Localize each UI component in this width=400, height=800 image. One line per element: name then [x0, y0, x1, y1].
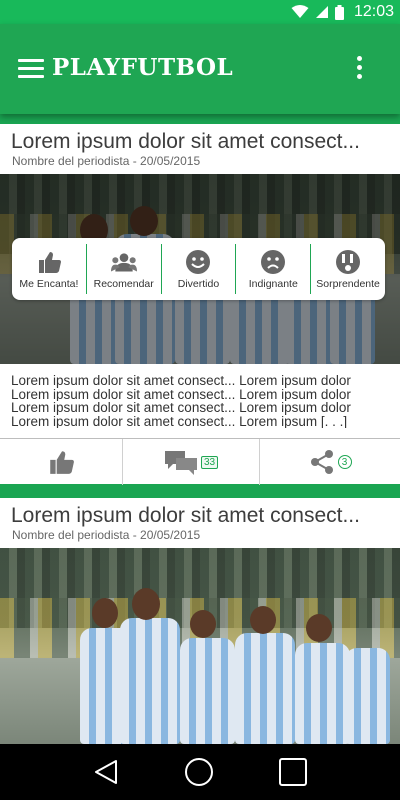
body-line: Lorem ipsum dolor sit amet consect... Lo…	[11, 401, 351, 415]
news-card[interactable]: Lorem ipsum dolor sit amet consect... No…	[0, 124, 400, 485]
photo-player-head	[250, 606, 276, 634]
reactions-panel: Me Encanta! Recomendar Divertido Indigna…	[12, 238, 385, 300]
like-button[interactable]	[0, 439, 123, 485]
recents-square-icon[interactable]	[278, 757, 308, 787]
battery-icon	[334, 4, 344, 20]
photo-player-head	[130, 206, 158, 236]
comments-count: 33	[200, 455, 219, 469]
wifi-icon	[291, 5, 309, 18]
photo-player-head	[92, 598, 118, 628]
reaction-label: Sorprendente	[316, 277, 380, 290]
news-card[interactable]: Lorem ipsum dolor sit amet consect... No…	[0, 498, 400, 744]
card-actions: 33 3	[0, 438, 400, 485]
body-line: Lorem ipsum dolor sit amet consect... Lo…	[11, 387, 351, 401]
reaction-recomendar[interactable]: Recomendar	[87, 244, 162, 294]
signal-icon	[315, 6, 328, 18]
shares-count: 3	[337, 455, 352, 469]
card-meta: Nombre del periodista - 20/05/2015	[12, 528, 201, 542]
photo-player	[295, 643, 350, 744]
comments-button[interactable]: 33	[123, 439, 260, 485]
reaction-label: Recomendar	[93, 277, 154, 290]
body-line: Lorem ipsum dolor sit amet consect... Lo…	[11, 374, 351, 388]
photo-player-head	[132, 588, 160, 620]
reaction-me-encanta[interactable]: Me Encanta!	[12, 244, 87, 294]
status-bar: 12:03	[0, 0, 400, 24]
surprise-icon	[336, 249, 361, 274]
card-body: Lorem ipsum dolor sit amet consect... Lo…	[11, 374, 391, 428]
reaction-indignante[interactable]: Indignante	[236, 244, 312, 294]
news-feed[interactable]: Lorem ipsum dolor sit amet consect... No…	[0, 124, 400, 744]
reaction-divertido[interactable]: Divertido	[162, 244, 237, 294]
share-icon	[310, 450, 333, 474]
photo-player	[120, 618, 180, 744]
reaction-label: Me Encanta!	[19, 277, 79, 290]
thumbs-up-icon	[50, 451, 74, 474]
app-title: PLAYFUTBOL	[52, 54, 234, 81]
photo-player	[345, 648, 390, 744]
smile-icon	[186, 249, 211, 274]
app-bar: PLAYFUTBOL	[0, 24, 400, 114]
card-title[interactable]: Lorem ipsum dolor sit amet consect...	[11, 504, 360, 528]
chat-bubbles-icon	[164, 451, 197, 475]
share-button[interactable]: 3	[260, 439, 400, 485]
reaction-sorprendente[interactable]: Sorprendente	[311, 244, 385, 294]
system-nav-bar	[0, 744, 400, 800]
frown-icon	[261, 249, 286, 274]
overflow-menu-icon[interactable]	[354, 56, 364, 82]
status-time: 12:03	[353, 3, 394, 20]
body-line-read-more[interactable]: Lorem ipsum dolor sit amet consect... Lo…	[11, 415, 391, 429]
photo-player	[235, 633, 295, 744]
reaction-label: Divertido	[177, 277, 220, 290]
people-icon	[110, 252, 137, 272]
card-photo[interactable]	[0, 548, 400, 744]
card-title[interactable]: Lorem ipsum dolor sit amet consect...	[11, 130, 360, 154]
reaction-label: Indignante	[248, 277, 298, 290]
home-circle-icon[interactable]	[184, 757, 214, 787]
card-meta: Nombre del periodista - 20/05/2015	[12, 154, 201, 168]
photo-player-head	[190, 610, 216, 638]
photo-player	[180, 638, 235, 744]
back-triangle-icon[interactable]	[92, 758, 120, 786]
hamburger-menu-icon[interactable]	[18, 59, 44, 79]
thumbs-up-icon	[38, 251, 61, 273]
photo-player-head	[306, 614, 332, 642]
